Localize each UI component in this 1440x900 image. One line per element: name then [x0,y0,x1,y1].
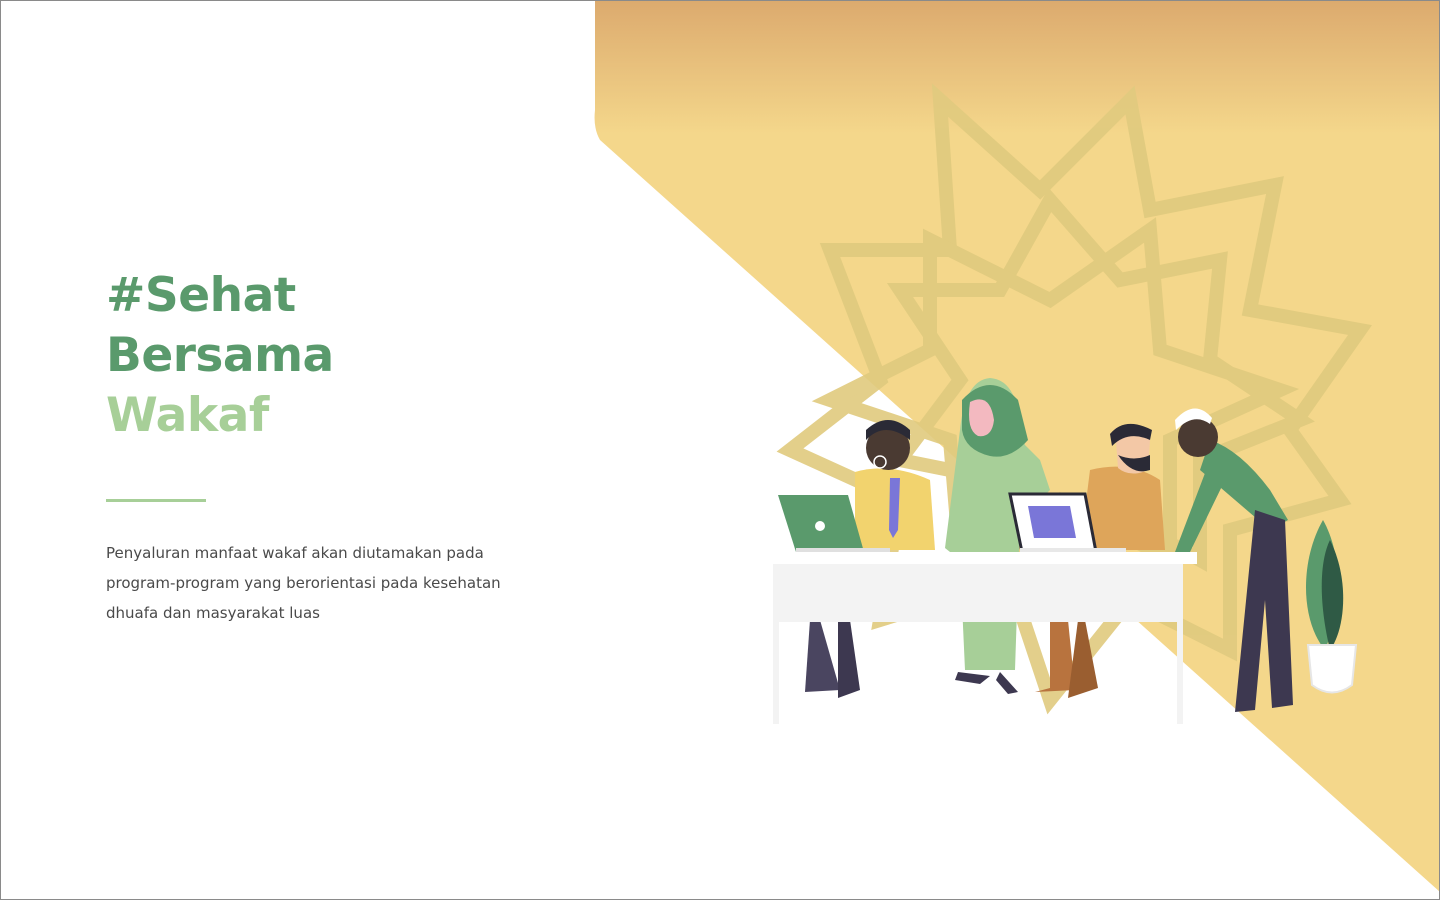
hero-title-line-2: Bersama [106,328,334,383]
title-divider [106,499,206,502]
plant-icon [1305,520,1358,694]
hero-title-line-1: #Sehat [106,268,296,323]
hero-title: #Sehat Bersama Wakaf [106,266,334,446]
hero-description: Penyaluran manfaat wakaf akan diutamakan… [106,544,501,622]
hero-title-line-3: Wakaf [106,388,269,443]
team-working-illustration [757,378,1358,724]
